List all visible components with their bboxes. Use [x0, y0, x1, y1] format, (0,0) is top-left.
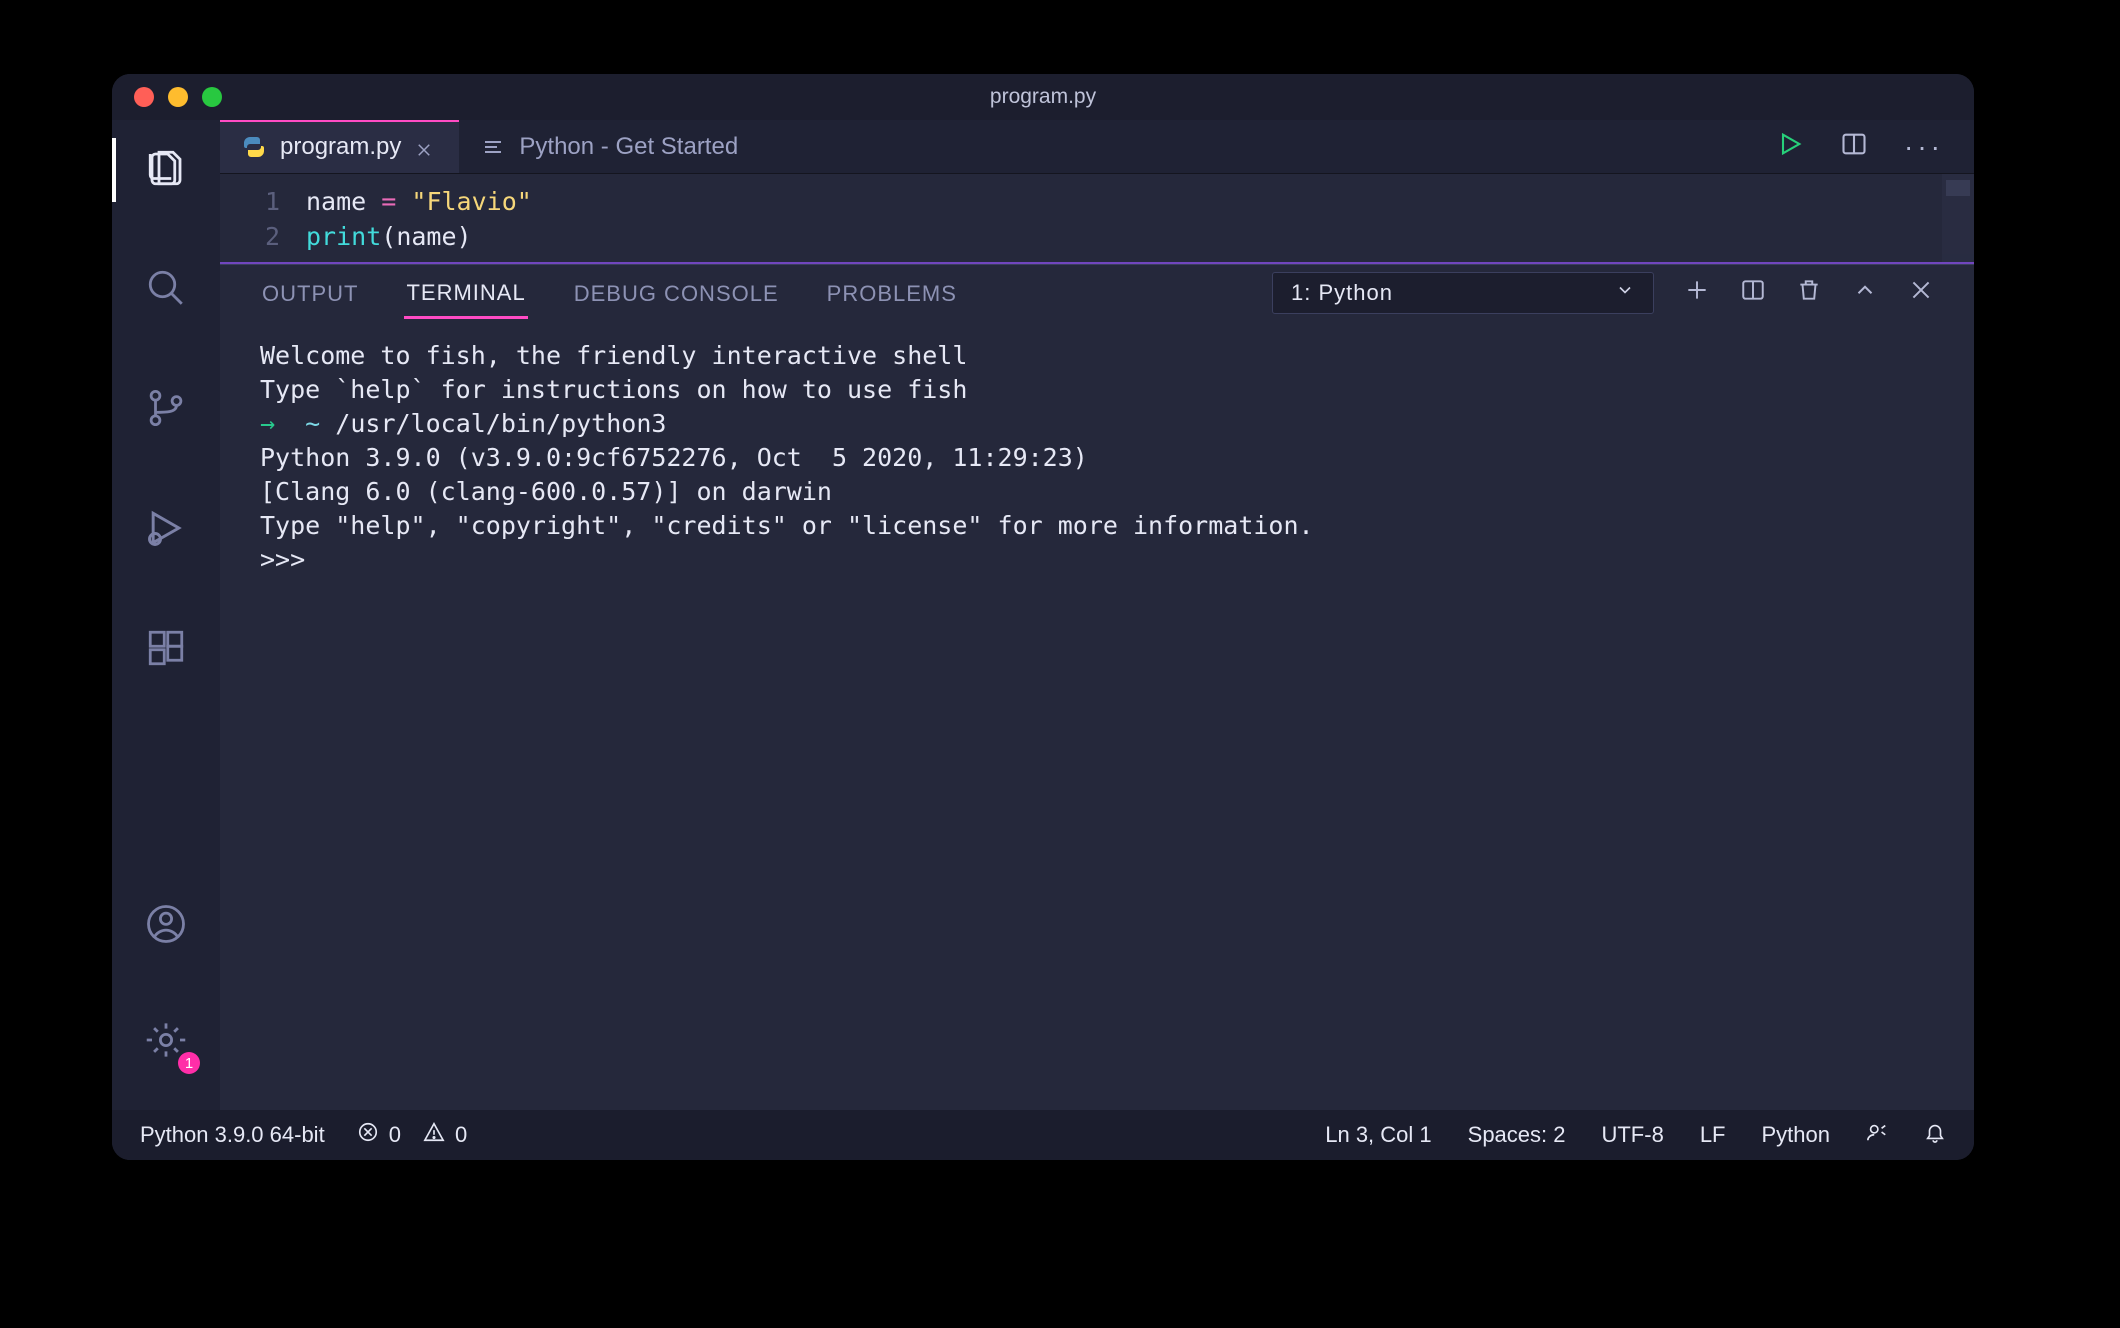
split-icon [1840, 145, 1868, 162]
terminal-line: Welcome to fish, the friendly interactiv… [260, 339, 1934, 373]
maximize-panel-button[interactable] [1852, 277, 1878, 309]
tab-python-get-started[interactable]: Python - Get Started [459, 120, 764, 173]
code-line[interactable]: 1name = "Flavio" [220, 184, 1974, 219]
terminal-selector[interactable]: 1: Python [1272, 272, 1654, 314]
close-tab-button[interactable] [415, 138, 433, 156]
line-number: 1 [220, 184, 306, 219]
tab-label: program.py [280, 133, 401, 161]
search-icon [145, 267, 187, 314]
split-terminal-button[interactable] [1740, 277, 1766, 309]
extensions-icon [145, 627, 187, 674]
branch-icon [145, 387, 187, 434]
panel-tab-terminal[interactable]: TERMINAL [404, 268, 527, 319]
panel-tabs: OUTPUT TERMINAL DEBUG CONSOLE PROBLEMS 1… [220, 265, 1974, 321]
account-icon [145, 903, 187, 950]
bell-icon [1924, 1121, 1946, 1149]
terminal-line: [Clang 6.0 (clang-600.0.57)] on darwin [260, 475, 1934, 509]
run-debug-icon [144, 506, 188, 555]
warning-icon [423, 1121, 445, 1149]
titlebar: program.py [112, 74, 1974, 120]
files-icon [145, 147, 187, 194]
play-icon [1776, 145, 1804, 162]
status-notifications[interactable] [1924, 1121, 1946, 1149]
activity-run-debug[interactable] [112, 490, 220, 570]
activity-settings[interactable]: 1 [112, 1002, 220, 1082]
more-actions-button[interactable]: ··· [1904, 131, 1944, 163]
plus-icon [1684, 283, 1710, 308]
line-number: 2 [220, 219, 306, 254]
tab-program-py[interactable]: program.py [220, 120, 459, 173]
status-eol[interactable]: LF [1700, 1122, 1726, 1148]
terminal-output[interactable]: Welcome to fish, the friendly interactiv… [220, 321, 1974, 1110]
activity-extensions[interactable] [112, 610, 220, 690]
chevron-up-icon [1852, 283, 1878, 308]
window-title: program.py [112, 85, 1974, 109]
terminal-line: >>> [260, 543, 1934, 577]
tab-label: Python - Get Started [519, 133, 738, 161]
editor-tabs: program.py Python - Get Started [220, 120, 1974, 174]
status-problems[interactable]: 0 0 [357, 1121, 468, 1149]
code-line[interactable]: 2print(name) [220, 219, 1974, 254]
vscode-window: program.py [112, 74, 1974, 1160]
python-icon [242, 135, 266, 159]
activity-bar: 1 [112, 120, 220, 1110]
status-feedback[interactable] [1866, 1121, 1888, 1149]
close-panel-button[interactable] [1908, 277, 1934, 309]
close-icon [1908, 283, 1934, 308]
activity-explorer[interactable] [112, 130, 220, 210]
error-icon [357, 1121, 379, 1149]
panel-tab-debug-console[interactable]: DEBUG CONSOLE [572, 269, 781, 317]
menu-icon [481, 135, 505, 159]
code-content: print(name) [306, 219, 472, 254]
status-indentation[interactable]: Spaces: 2 [1468, 1122, 1566, 1148]
panel-tab-problems[interactable]: PROBLEMS [825, 269, 959, 317]
activity-account[interactable] [112, 886, 220, 966]
kill-terminal-button[interactable] [1796, 277, 1822, 309]
chevron-down-icon [1615, 280, 1635, 306]
code-editor[interactable]: 1name = "Flavio"2print(name) [220, 174, 1974, 262]
terminal-line: → ~ /usr/local/bin/python3 [260, 407, 1934, 441]
panel-tab-output[interactable]: OUTPUT [260, 269, 360, 317]
status-encoding[interactable]: UTF-8 [1601, 1122, 1663, 1148]
tabs-actions: ··· [1776, 120, 1974, 173]
window-body: 1 program.py [112, 120, 1974, 1110]
minimap[interactable] [1942, 174, 1974, 262]
activity-search[interactable] [112, 250, 220, 330]
code-content: name = "Flavio" [306, 184, 532, 219]
activity-source-control[interactable] [112, 370, 220, 450]
main-area: program.py Python - Get Started [220, 120, 1974, 1110]
split-icon [1740, 283, 1766, 308]
new-terminal-button[interactable] [1684, 277, 1710, 309]
trash-icon [1796, 283, 1822, 308]
terminal-line: Type "help", "copyright", "credits" or "… [260, 509, 1934, 543]
viewport: program.py [0, 0, 2120, 1328]
settings-badge: 1 [178, 1052, 200, 1074]
terminal-selector-label: 1: Python [1291, 280, 1393, 306]
status-python-interpreter[interactable]: Python 3.9.0 64-bit [140, 1122, 325, 1148]
terminal-line: Type `help` for instructions on how to u… [260, 373, 1934, 407]
terminal-line: Python 3.9.0 (v3.9.0:9cf6752276, Oct 5 2… [260, 441, 1934, 475]
feedback-icon [1866, 1121, 1888, 1149]
status-language[interactable]: Python [1762, 1122, 1831, 1148]
run-file-button[interactable] [1776, 130, 1804, 163]
status-bar: Python 3.9.0 64-bit 0 0 Ln 3, Col 1 Spac… [112, 1110, 1974, 1160]
editor-divider [220, 262, 1974, 264]
bottom-panel: OUTPUT TERMINAL DEBUG CONSOLE PROBLEMS 1… [220, 264, 1974, 1110]
status-cursor-position[interactable]: Ln 3, Col 1 [1325, 1122, 1431, 1148]
split-editor-button[interactable] [1840, 130, 1868, 163]
